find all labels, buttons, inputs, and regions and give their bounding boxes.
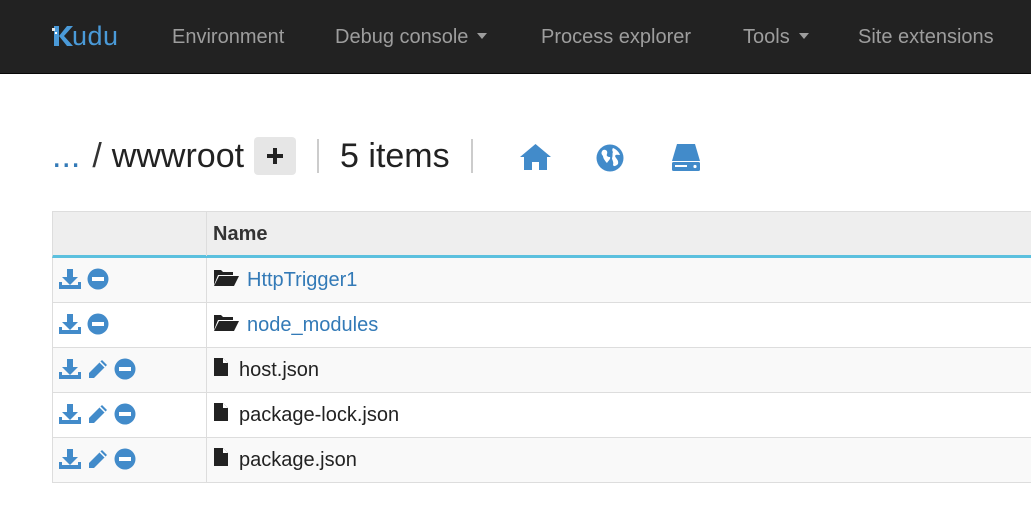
- brand[interactable]: udu: [52, 18, 119, 54]
- delete-icon[interactable]: [87, 268, 109, 296]
- table-row: host.json: [52, 348, 1031, 393]
- caret-down-icon: [477, 32, 488, 39]
- name-cell: package.json: [213, 438, 357, 482]
- table-row: HttpTrigger1: [52, 258, 1031, 303]
- row-actions: [53, 393, 207, 437]
- column-header-name[interactable]: Name: [213, 212, 267, 256]
- file-name[interactable]: package-lock.json: [239, 404, 399, 427]
- kudu-logo-icon: [52, 22, 74, 50]
- nav-debug-console-label: Debug console: [335, 26, 469, 48]
- nav-site-extensions[interactable]: Site extensions: [858, 22, 994, 52]
- path-bar: ... / wwwroot 5 items: [52, 132, 494, 180]
- top-navbar: udu Environment Debug console Process ex…: [0, 0, 1031, 74]
- table-row: package-lock.json: [52, 393, 1031, 438]
- edit-icon[interactable]: [87, 448, 109, 476]
- delete-icon[interactable]: [114, 448, 136, 476]
- file-table: Name HttpTrigger1 node_modules host.json…: [52, 211, 1031, 483]
- file-icon: [213, 447, 229, 473]
- delete-icon[interactable]: [87, 313, 109, 341]
- nav-process-explorer-label: Process explorer: [541, 26, 692, 48]
- name-cell: node_modules: [213, 303, 378, 347]
- divider: [470, 139, 473, 173]
- plus-icon: [267, 148, 284, 164]
- folder-open-icon: [213, 312, 239, 338]
- file-icon: [213, 357, 229, 383]
- divider: [317, 139, 320, 173]
- table-header: Name: [52, 211, 1031, 258]
- home-icon[interactable]: [520, 143, 551, 176]
- delete-icon[interactable]: [114, 403, 136, 431]
- name-cell: package-lock.json: [213, 393, 399, 437]
- file-icon: [213, 402, 229, 428]
- globe-icon[interactable]: [596, 144, 624, 177]
- header-actions-cell: [53, 212, 207, 256]
- folder-link[interactable]: HttpTrigger1: [247, 269, 357, 292]
- nav-tools-label: Tools: [743, 26, 790, 48]
- name-cell: host.json: [213, 348, 319, 392]
- new-item-button[interactable]: [254, 137, 297, 175]
- breadcrumb-parent-link[interactable]: ...: [52, 137, 80, 176]
- row-actions: [53, 438, 207, 482]
- table-row: package.json: [52, 438, 1031, 483]
- row-actions: [53, 258, 207, 302]
- row-actions: [53, 348, 207, 392]
- nav-environment-label: Environment: [172, 26, 285, 48]
- folder-link[interactable]: node_modules: [247, 314, 378, 337]
- download-icon[interactable]: [59, 403, 81, 431]
- breadcrumb-current: wwwroot: [111, 136, 245, 175]
- item-count: 5 items: [340, 136, 450, 175]
- file-name[interactable]: package.json: [239, 449, 357, 472]
- download-icon[interactable]: [59, 358, 81, 386]
- caret-down-icon: [798, 32, 809, 39]
- folder-open-icon: [213, 267, 239, 293]
- download-icon[interactable]: [59, 268, 81, 296]
- file-name[interactable]: host.json: [239, 359, 319, 382]
- edit-icon[interactable]: [87, 403, 109, 431]
- nav-environment[interactable]: Environment: [172, 22, 284, 52]
- table-row: node_modules: [52, 303, 1031, 348]
- name-cell: HttpTrigger1: [213, 258, 357, 302]
- drive-icon[interactable]: [671, 143, 701, 177]
- nav-tools[interactable]: Tools: [743, 22, 809, 52]
- download-icon[interactable]: [59, 448, 81, 476]
- brand-text: udu: [72, 21, 119, 51]
- breadcrumb-separator: /: [92, 136, 102, 175]
- nav-debug-console[interactable]: Debug console: [335, 22, 488, 52]
- edit-icon[interactable]: [87, 358, 109, 386]
- row-actions: [53, 303, 207, 347]
- nav-site-extensions-label: Site extensions: [858, 26, 994, 48]
- nav-process-explorer[interactable]: Process explorer: [541, 22, 691, 52]
- download-icon[interactable]: [59, 313, 81, 341]
- delete-icon[interactable]: [114, 358, 136, 386]
